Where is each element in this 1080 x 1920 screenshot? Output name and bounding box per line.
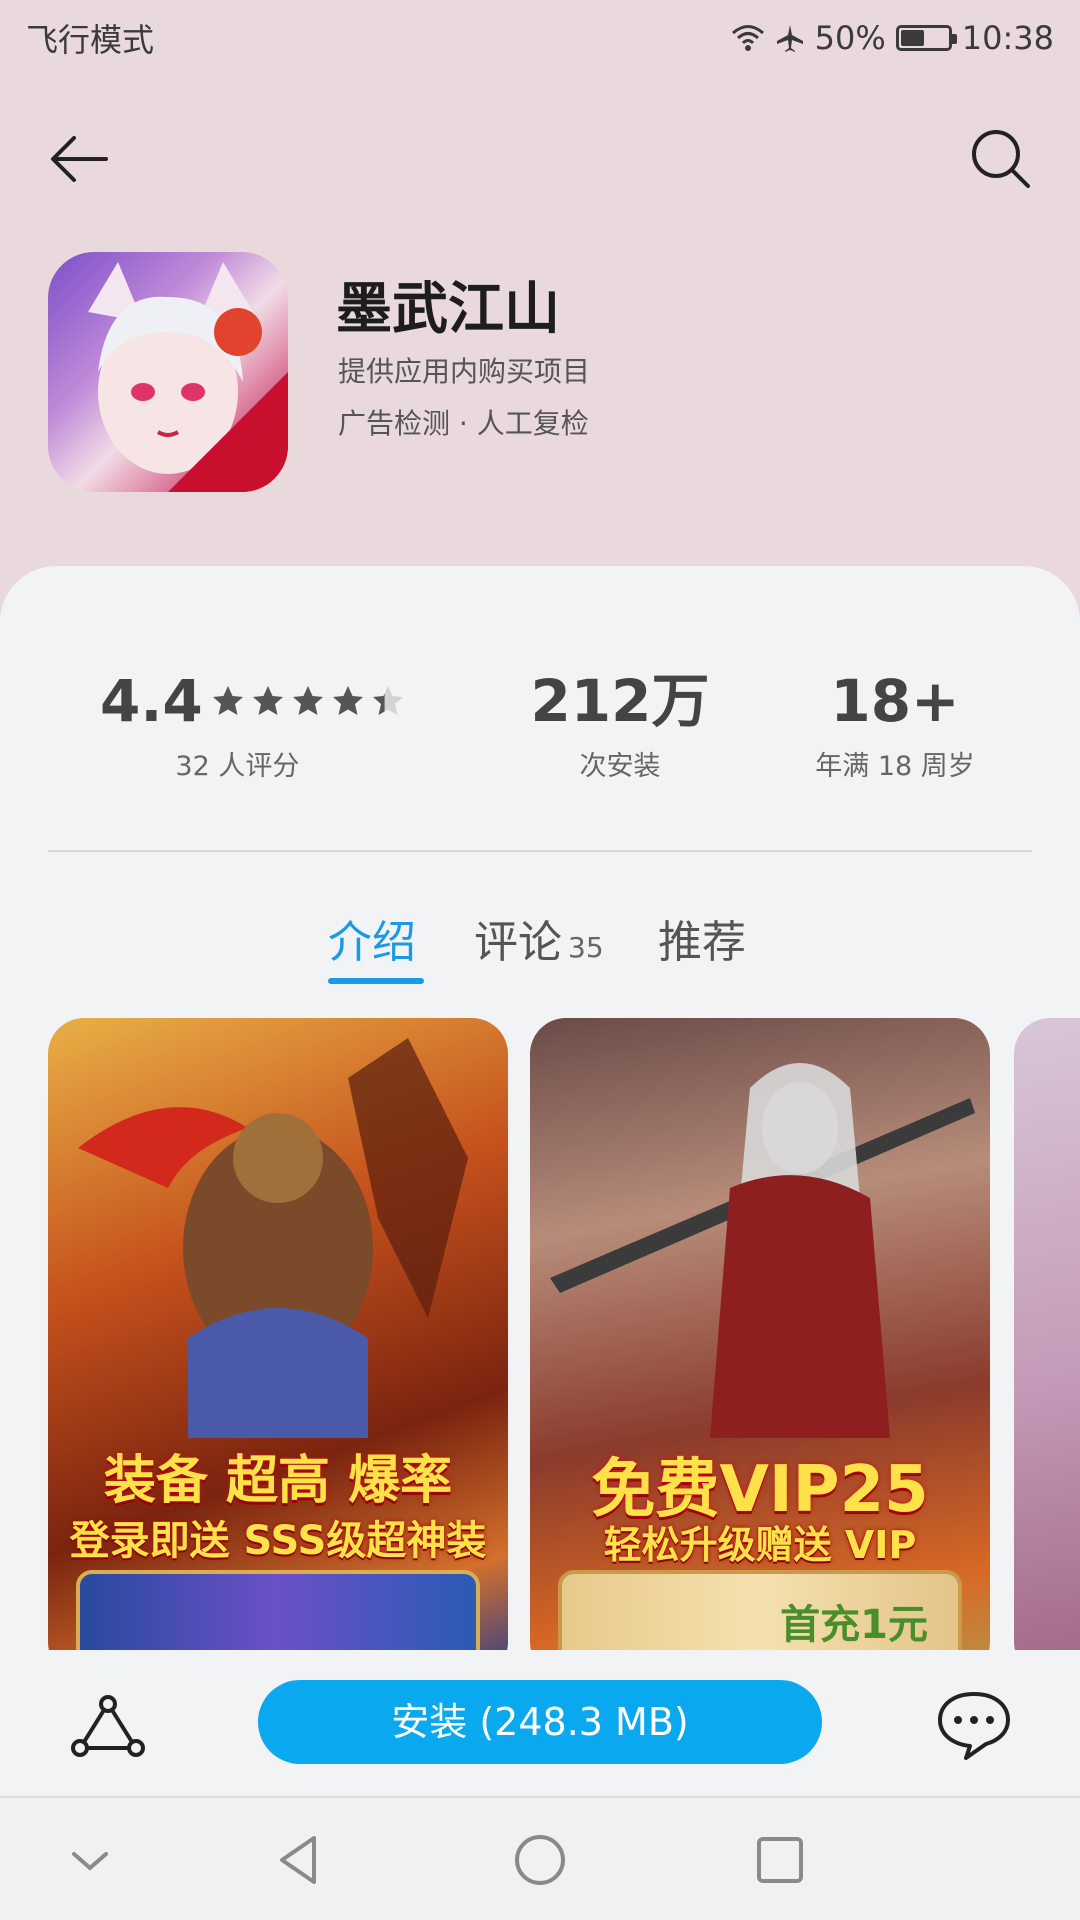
screenshot-2-banner-text: 首充1元 (780, 1602, 928, 1648)
rating-value: 4.4 (100, 667, 203, 735)
rating-row: 4.4 (100, 666, 405, 736)
airplane-mode-label: 飞行模式 (26, 21, 155, 59)
circle-home-icon (515, 1835, 565, 1885)
star-icon (292, 686, 323, 715)
screenshot-2[interactable]: 免费VIP25 轻松升级赠送 VIP 首充1元 (530, 1018, 990, 1650)
age-stat: 18+ 年满 18 周岁 (790, 666, 1000, 783)
tab-reviews[interactable]: 评论 35 (474, 906, 604, 970)
bottom-action-bar: 安装 (248.3 MB) (0, 1650, 1080, 1796)
rating-count: 32 人评分 (175, 751, 300, 782)
install-button[interactable]: 安装 (248.3 MB) (258, 1680, 822, 1764)
tab-intro-label: 介绍 (328, 917, 416, 968)
back-button[interactable] (44, 124, 114, 194)
screenshot-1-banner (76, 1570, 480, 1650)
star-icon (212, 686, 243, 715)
tab-intro[interactable]: 介绍 (328, 906, 416, 970)
nav-back-button[interactable] (268, 1828, 332, 1892)
tab-recommend[interactable]: 推荐 (658, 906, 746, 970)
screenshot-carousel[interactable]: 装备 超高 爆率 登录即送 SSS级超神装 免费VIP25 轻松升级赠送 VIP… (0, 1018, 1080, 1650)
screenshot-3[interactable] (1014, 1018, 1080, 1650)
rating-stat[interactable]: 4.4 32 人评分 (100, 666, 405, 783)
app-header: 墨武江山 提供应用内购买项目 广告检测 · 人工复检 (48, 252, 1032, 492)
in-app-purchase-note: 提供应用内购买项目 (338, 355, 591, 388)
chevron-down-icon (72, 1852, 108, 1871)
app-name: 墨武江山 (336, 277, 560, 342)
stats-row: 4.4 32 人评分 212万 次安装 18+ 年满 18 周岁 (0, 666, 1080, 782)
nav-recents-button[interactable] (748, 1828, 812, 1892)
share-button[interactable] (66, 1686, 150, 1770)
tab-reviews-count: 35 (568, 931, 604, 964)
airplane-icon (776, 25, 803, 52)
battery-icon (895, 25, 957, 51)
rating-stars (211, 684, 405, 718)
screenshot-2-line2: 轻松升级赠送 VIP (603, 1523, 917, 1567)
screenshot-1-line1: 装备 超高 爆率 (103, 1451, 453, 1511)
system-nav-bar (0, 1796, 1080, 1920)
comment-button[interactable] (934, 1684, 1014, 1764)
triangle-back-icon (280, 1836, 316, 1884)
installs-stat: 212万 次安装 (520, 666, 720, 783)
screenshot-1-line2: 登录即送 SSS级超神装 (69, 1518, 487, 1564)
back-arrow-icon (51, 136, 108, 182)
age-value: 18+ (830, 667, 960, 735)
nav-home-button[interactable] (508, 1828, 572, 1892)
wifi-icon (731, 25, 764, 51)
star-icon (332, 686, 363, 715)
search-icon (972, 130, 1030, 188)
installs-value: 212万 (530, 667, 710, 735)
screenshot-2-banner: 首充1元 (558, 1570, 962, 1650)
nav-collapse-button[interactable] (58, 1828, 122, 1892)
share-icon (71, 1695, 145, 1757)
screenshot-1-artwork (78, 1038, 468, 1438)
clock: 10:38 (961, 19, 1054, 57)
comment-icon (938, 1692, 1010, 1760)
age-label: 年满 18 周岁 (815, 751, 975, 782)
screenshot-2-artwork (550, 1063, 975, 1438)
app-icon-artwork (88, 262, 288, 492)
review-note: 广告检测 · 人工复检 (338, 407, 589, 440)
battery-percent: 50% (814, 19, 886, 57)
star-icon (252, 686, 283, 715)
tab-indicator (328, 978, 424, 984)
tab-bar: 介绍 评论 35 推荐 (0, 906, 1080, 996)
status-icons: 50% 10:38 (731, 19, 1054, 57)
detail-card: 4.4 32 人评分 212万 次安装 18+ 年满 18 周岁 介绍 评论 35… (0, 566, 1080, 1796)
square-recents-icon (757, 1837, 803, 1883)
top-bar (0, 112, 1080, 202)
star-icon (372, 686, 403, 715)
tab-reviews-label: 评论 (474, 917, 562, 968)
tab-recommend-label: 推荐 (658, 917, 746, 968)
divider (48, 850, 1032, 852)
installs-label: 次安装 (579, 751, 661, 782)
screenshot-1[interactable]: 装备 超高 爆率 登录即送 SSS级超神装 (48, 1018, 508, 1650)
app-icon (48, 252, 288, 492)
status-bar: 飞行模式 50% 10:38 (0, 0, 1080, 76)
search-button[interactable] (966, 124, 1036, 194)
